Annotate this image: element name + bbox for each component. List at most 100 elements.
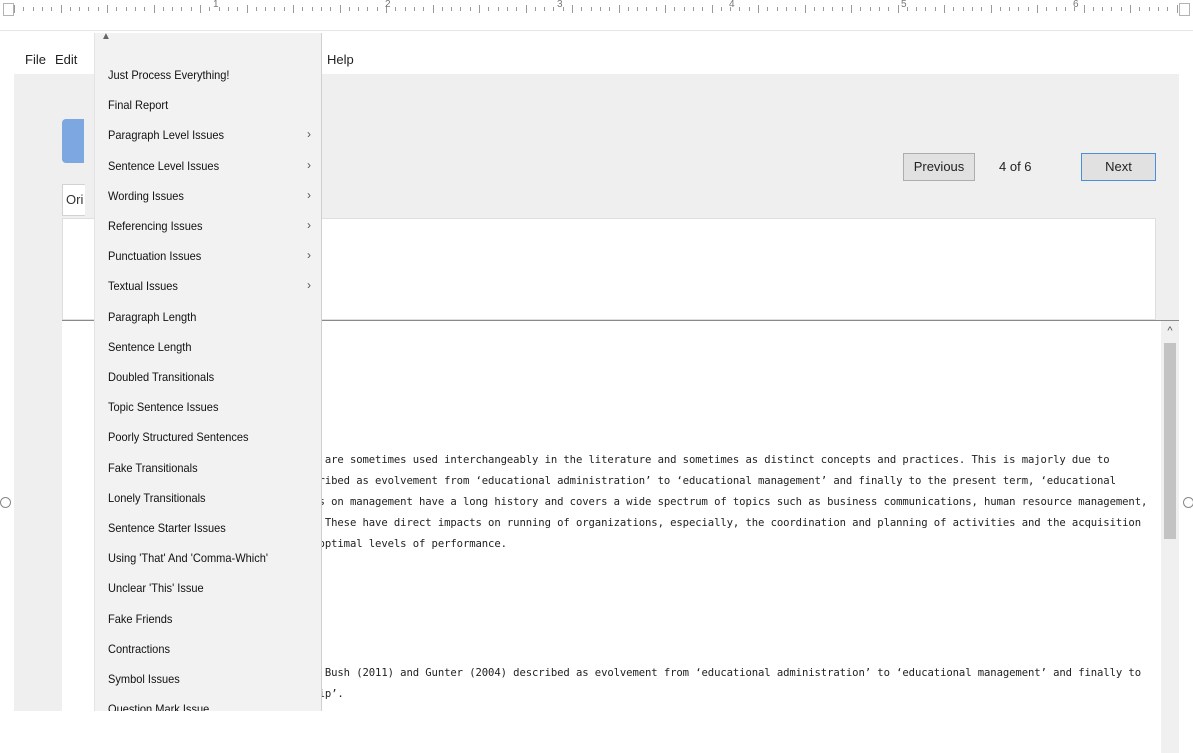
ruler-tick	[925, 7, 927, 11]
ruler-tick	[237, 7, 239, 11]
ruler-tick	[618, 5, 620, 13]
left-resize-handle[interactable]	[0, 497, 11, 508]
previous-button[interactable]: Previous	[903, 153, 975, 181]
menu-item[interactable]: Just Process Everything!	[108, 68, 229, 82]
submenu-chevron-icon: ›	[307, 127, 311, 142]
tab-original[interactable]: Ori	[62, 184, 85, 216]
menu-item[interactable]: Textual Issues	[108, 279, 178, 293]
menu-item[interactable]: Sentence Starter Issues	[108, 521, 226, 535]
ruler-tick	[776, 7, 778, 11]
ruler-end-icon	[1179, 3, 1190, 16]
menu-help[interactable]: Help	[327, 52, 354, 67]
menu-item[interactable]: Question Mark Issue	[108, 702, 209, 711]
menu-scroll-up-icon[interactable]: ▲	[101, 33, 111, 42]
menu-item[interactable]: Poorly Structured Sentences	[108, 430, 249, 444]
ruler-tick	[320, 7, 322, 11]
menu-item[interactable]: Paragraph Level Issues	[108, 128, 224, 142]
menu-item[interactable]: Contractions	[108, 642, 170, 656]
ruler-number: 6	[1073, 0, 1079, 10]
ruler-number: 3	[557, 0, 563, 10]
ruler-number: 1	[213, 0, 219, 10]
ruler-tick	[590, 7, 592, 11]
ruler-tick	[934, 7, 936, 11]
submenu-chevron-icon: ›	[307, 157, 311, 172]
next-button[interactable]: Next	[1081, 153, 1156, 181]
ruler-tick	[637, 7, 639, 11]
ruler-tick	[795, 7, 797, 11]
primary-action-button[interactable]	[62, 119, 84, 163]
ruler-tick	[79, 7, 81, 11]
ruler-number: 4	[729, 0, 735, 10]
ruler-tick	[1027, 7, 1029, 11]
menu-item[interactable]: Sentence Length	[108, 340, 191, 354]
document-line: t’ are sometimes used interchangeably in…	[306, 454, 1110, 466]
submenu-chevron-icon: ›	[307, 187, 311, 202]
ruler-tick	[348, 7, 350, 11]
menu-item[interactable]: Topic Sentence Issues	[108, 400, 218, 414]
menu-file[interactable]: File	[25, 52, 46, 67]
ruler-tick	[544, 7, 546, 11]
ruler-tick	[283, 7, 285, 11]
menu-item[interactable]: Sentence Level Issues	[108, 159, 219, 173]
ruler-tick	[702, 7, 704, 11]
ruler-tick	[599, 7, 601, 11]
document-line: ies on management have a long history an…	[306, 496, 1148, 508]
ruler-tick	[1064, 7, 1066, 11]
menu-item[interactable]: Lonely Transitionals	[108, 491, 206, 505]
menu-item[interactable]: Punctuation Issues	[108, 249, 201, 263]
ruler-tick	[423, 7, 425, 11]
ruler-tick	[869, 7, 871, 11]
ruler-tick	[395, 7, 397, 11]
menu-item[interactable]: Wording Issues	[108, 189, 184, 203]
menu-item[interactable]: Fake Transitionals	[108, 461, 198, 475]
ruler-tick	[674, 7, 676, 11]
ruler-tick	[479, 5, 480, 13]
ruler-tick	[23, 7, 25, 11]
ruler-tick	[999, 7, 1001, 11]
menu-edit[interactable]: Edit	[55, 52, 77, 67]
ruler-tick	[460, 7, 462, 11]
menu-item[interactable]: Using 'That' And 'Comma-Which'	[108, 551, 268, 565]
ruler-tick	[1139, 7, 1141, 11]
ruler-tick	[1111, 7, 1113, 11]
menu-item[interactable]: Doubled Transitionals	[108, 370, 214, 384]
page-counter: 4 of 6	[999, 159, 1032, 174]
ruler-tick	[1167, 7, 1169, 11]
menu-item[interactable]: Referencing Issues	[108, 219, 203, 233]
ruler-tick	[209, 7, 211, 11]
ruler-tab-selector-icon[interactable]	[3, 3, 14, 16]
ruler-tick	[962, 7, 964, 11]
ruler-tick	[1018, 7, 1020, 11]
ruler-tick	[1009, 7, 1011, 11]
ruler-number: 2	[385, 0, 391, 10]
ruler-tick	[516, 7, 518, 11]
menu-item[interactable]: Final Report	[108, 98, 168, 112]
ruler-tick	[1176, 5, 1178, 13]
ruler-tick	[832, 7, 834, 11]
ruler-tick	[897, 5, 899, 13]
ruler-tick	[14, 5, 15, 13]
menu-item[interactable]: Symbol Issues	[108, 672, 180, 686]
ruler-tick	[311, 7, 313, 11]
ruler-tick	[107, 5, 108, 13]
ruler-tick	[1046, 7, 1048, 11]
vertical-scrollbar[interactable]: ^	[1161, 321, 1179, 753]
ruler-tick	[711, 5, 713, 13]
ruler-tick	[692, 7, 694, 11]
ruler-tick	[553, 7, 555, 11]
ruler-tick	[971, 7, 973, 11]
document-line: scribed as evolvement from ‘educational …	[306, 475, 1116, 487]
ruler-tick	[32, 7, 34, 11]
ruler-tick	[916, 7, 918, 11]
ruler-tick	[851, 5, 852, 13]
scroll-up-icon[interactable]: ^	[1161, 321, 1179, 339]
ruler-tick	[581, 7, 583, 11]
ruler-tick	[990, 5, 992, 13]
right-resize-handle[interactable]	[1183, 497, 1193, 508]
scroll-thumb[interactable]	[1164, 343, 1176, 539]
menu-item[interactable]: Paragraph Length	[108, 310, 196, 324]
menu-item[interactable]: Unclear 'This' Issue	[108, 581, 204, 595]
ruler-tick	[246, 5, 248, 13]
menu-item[interactable]: Fake Friends	[108, 612, 172, 626]
ruler-tick	[358, 7, 360, 11]
